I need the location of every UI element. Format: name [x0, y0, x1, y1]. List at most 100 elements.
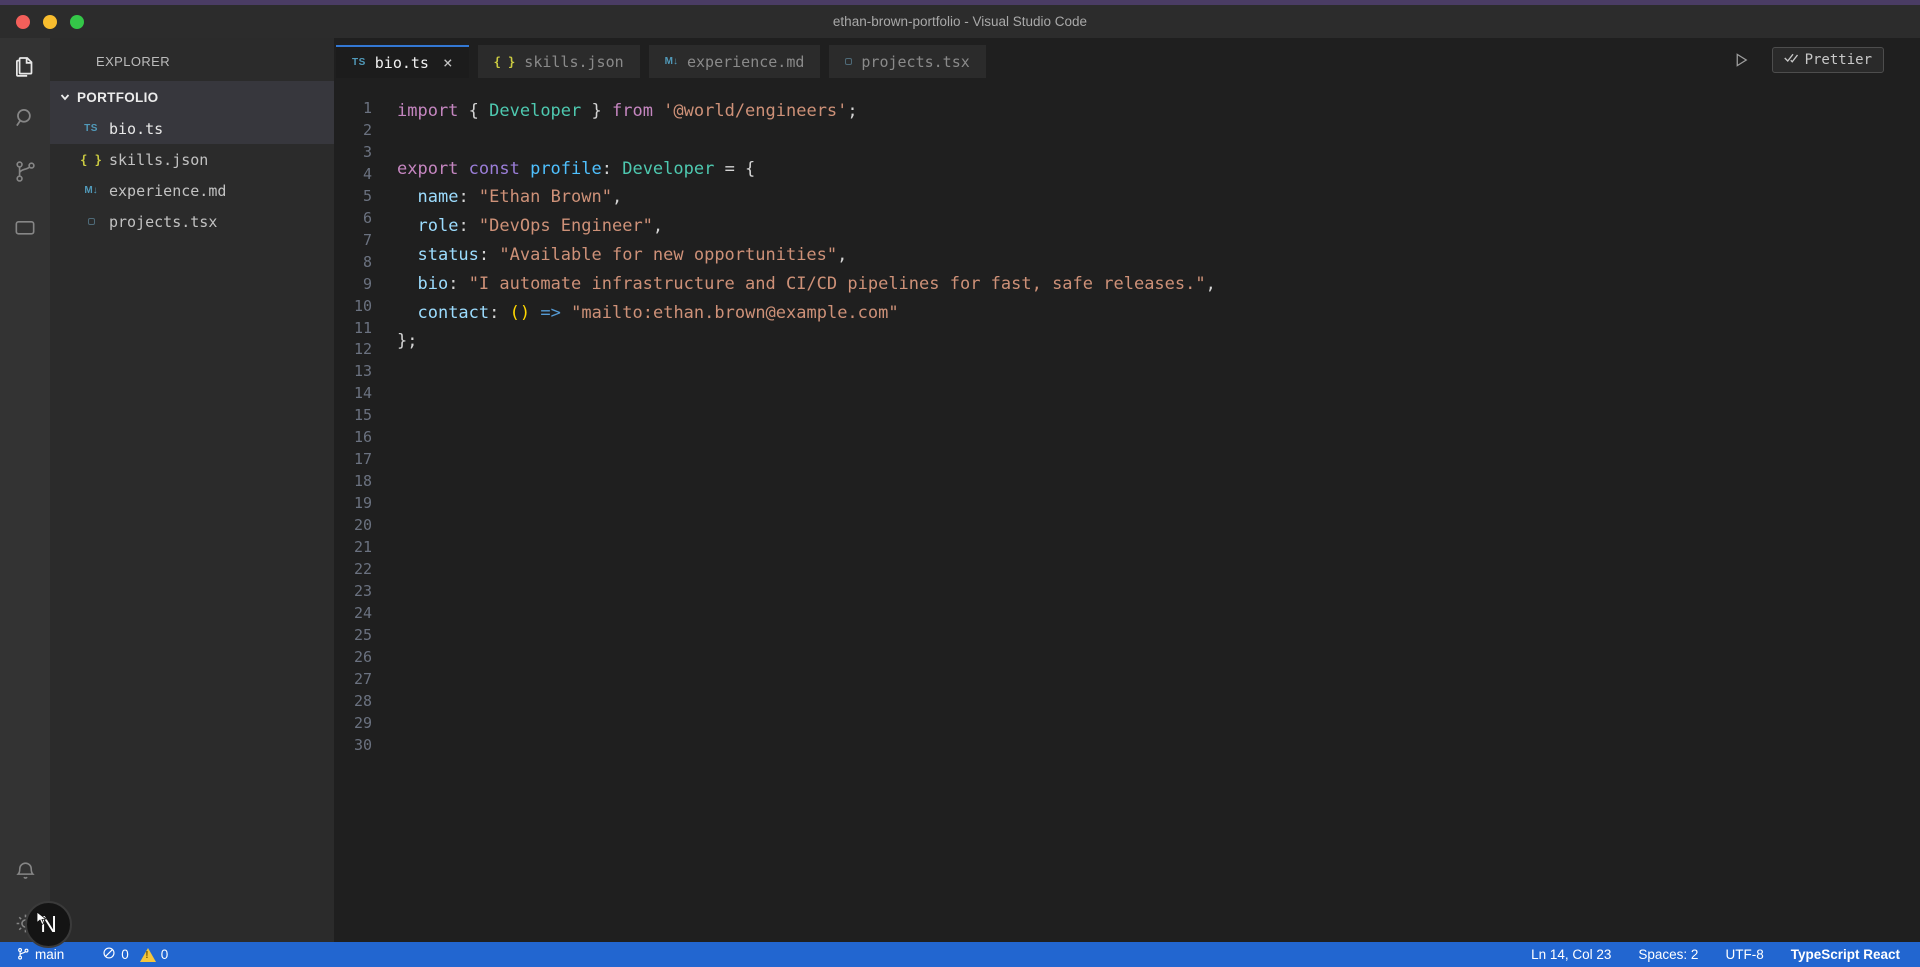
encoding-setting[interactable]: UTF-8	[1725, 947, 1763, 962]
vscode-window: ethan-brown-portfolio - Visual Studio Co…	[0, 0, 1920, 967]
tab-bar: TS bio.ts × { }skills.json M↓experience.md pr…	[334, 38, 1920, 78]
file-name: experience.md	[109, 182, 226, 200]
code-line: name: "Ethan Brown",	[397, 183, 1920, 212]
tab-label: projects.tsx	[861, 53, 969, 71]
file-row-experience-md[interactable]: M↓ experience.md	[50, 175, 334, 206]
markdown-file-icon: M↓	[80, 185, 102, 196]
window-controls	[16, 15, 84, 29]
editor-actions: Prettier	[1732, 47, 1884, 73]
line-number: 21	[334, 537, 397, 559]
line-number: 6	[334, 208, 397, 230]
prettier-button[interactable]: Prettier	[1772, 47, 1884, 73]
line-number: 9	[334, 274, 397, 296]
search-icon[interactable]	[0, 91, 50, 144]
explorer-sidebar: EXPLORER PORTFOLIO TS bio.ts { }skills.jso…	[50, 38, 334, 942]
json-file-icon: { }	[80, 153, 102, 167]
tab-skills-json[interactable]: { }skills.json	[478, 45, 640, 78]
folder-portfolio[interactable]: PORTFOLIO	[50, 81, 334, 113]
tab-bio-ts[interactable]: TS bio.ts ×	[336, 45, 469, 78]
line-number: 11	[334, 318, 397, 340]
code-line: contact: () => "mailto:ethan.brown@examp…	[397, 299, 1920, 328]
line-number: 10	[334, 296, 397, 318]
indentation-setting[interactable]: Spaces: 2	[1638, 947, 1698, 962]
bell-icon[interactable]	[0, 846, 50, 896]
tab-projects-tsx[interactable]: projects.tsx	[829, 45, 985, 78]
line-number: 23	[334, 581, 397, 603]
git-branch-icon	[16, 946, 30, 964]
line-number: 8	[334, 252, 397, 274]
explorer-files-icon[interactable]	[0, 38, 50, 91]
line-number: 16	[334, 427, 397, 449]
line-number: 24	[334, 603, 397, 625]
markdown-file-icon: M↓	[665, 56, 678, 67]
code-editor[interactable]: 1234567891011121314151617181920212223242…	[334, 78, 1920, 942]
window-title: ethan-brown-portfolio - Visual Studio Co…	[833, 14, 1087, 29]
file-row-bio-ts[interactable]: TS bio.ts	[50, 113, 334, 144]
code-line: role: "DevOps Engineer",	[397, 212, 1920, 241]
tab-label: bio.ts	[375, 54, 429, 72]
line-number: 29	[334, 713, 397, 735]
tab-experience-md[interactable]: M↓experience.md	[649, 45, 821, 78]
line-number: 19	[334, 493, 397, 515]
line-number: 5	[334, 186, 397, 208]
file-list: TS bio.ts { }skills.json M↓ experience.md pro…	[50, 113, 334, 237]
react-tsx-file-icon	[845, 58, 852, 65]
line-number: 25	[334, 625, 397, 647]
line-number: 28	[334, 691, 397, 713]
line-number: 7	[334, 230, 397, 252]
branch-name: main	[35, 947, 64, 962]
line-number: 12	[334, 339, 397, 361]
file-name: bio.ts	[109, 120, 163, 138]
code-content: import { Developer } from '@world/engine…	[397, 78, 1920, 942]
source-control-icon[interactable]	[0, 144, 50, 197]
close-window-button[interactable]	[16, 15, 30, 29]
typescript-file-icon: TS	[352, 57, 366, 68]
warning-triangle-icon	[140, 948, 156, 962]
react-tsx-file-icon	[80, 218, 102, 225]
file-row-skills-json[interactable]: { }skills.json	[50, 144, 334, 175]
line-number: 14	[334, 383, 397, 405]
line-number: 13	[334, 361, 397, 383]
branch-indicator[interactable]: main	[16, 946, 64, 964]
code-line	[397, 126, 1920, 155]
line-number: 17	[334, 449, 397, 471]
warning-count: 0	[161, 947, 169, 962]
minimize-window-button[interactable]	[43, 15, 57, 29]
code-line: export const profile: Developer = {	[397, 155, 1920, 184]
profile-badge[interactable]: N	[25, 901, 72, 948]
line-number: 1	[334, 98, 397, 120]
line-number: 18	[334, 471, 397, 493]
mouse-cursor-icon	[36, 905, 49, 932]
chevron-down-icon	[59, 91, 71, 103]
folder-label: PORTFOLIO	[77, 90, 158, 105]
file-row-projects-tsx[interactable]: projects.tsx	[50, 206, 334, 237]
maximize-window-button[interactable]	[70, 15, 84, 29]
titlebar: ethan-brown-portfolio - Visual Studio Co…	[0, 5, 1920, 38]
close-icon[interactable]: ×	[443, 55, 453, 71]
file-name: projects.tsx	[109, 213, 217, 231]
monitor-icon[interactable]	[0, 197, 50, 250]
code-line: };	[397, 327, 1920, 356]
line-number: 15	[334, 405, 397, 427]
tab-label: skills.json	[524, 53, 623, 71]
language-mode[interactable]: TypeScript React	[1791, 947, 1900, 962]
error-circle-icon	[102, 946, 116, 963]
activity-bar	[0, 38, 50, 942]
check-double-icon	[1784, 52, 1799, 68]
prettier-label: Prettier	[1805, 52, 1872, 68]
line-number: 22	[334, 559, 397, 581]
line-number: 2	[334, 120, 397, 142]
status-bar: main 0 0 Ln 14, Col 23 Spaces: 2 UTF-8 T…	[0, 942, 1920, 967]
error-count: 0	[121, 947, 129, 962]
problems-indicator[interactable]: 0 0	[102, 946, 168, 963]
line-number: 3	[334, 142, 397, 164]
line-number: 4	[334, 164, 397, 186]
cursor-position[interactable]: Ln 14, Col 23	[1531, 947, 1611, 962]
line-number: 30	[334, 735, 397, 757]
code-line: bio: "I automate infrastructure and CI/C…	[397, 270, 1920, 299]
play-icon[interactable]	[1732, 51, 1750, 69]
line-number-gutter: 1234567891011121314151617181920212223242…	[334, 78, 397, 942]
line-number: 27	[334, 669, 397, 691]
typescript-file-icon: TS	[80, 123, 102, 134]
explorer-header: EXPLORER	[50, 38, 334, 81]
